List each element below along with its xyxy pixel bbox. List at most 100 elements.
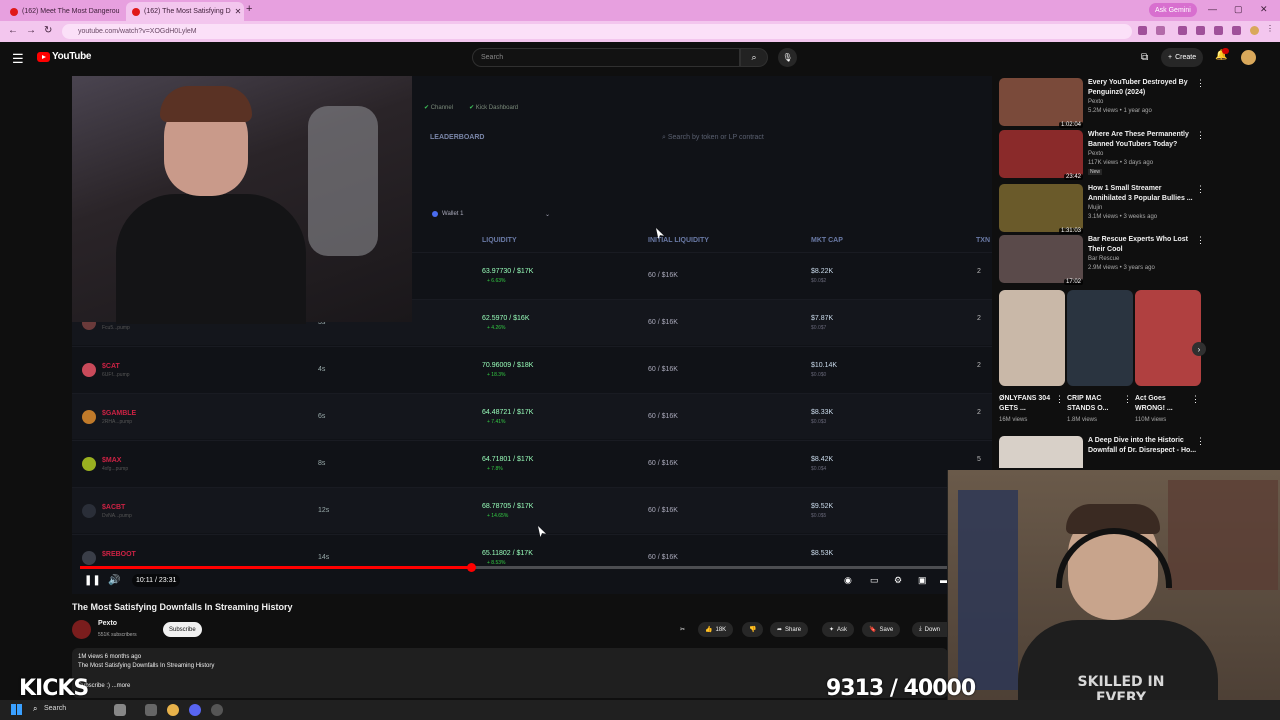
video-thumbnail[interactable]: [999, 130, 1083, 178]
progress-bar[interactable]: [80, 563, 984, 572]
recommended-video[interactable]: 1:31:03 How 1 Small Streamer Annihilated …: [999, 184, 1209, 234]
channel-name[interactable]: Pexto: [98, 620, 117, 627]
subscribe-button[interactable]: Subscribe: [163, 622, 202, 637]
more-options-icon[interactable]: ⋮: [1191, 394, 1200, 405]
initial-liquidity: 60 / $16K: [648, 507, 678, 514]
menu-icon[interactable]: ☰: [12, 51, 24, 67]
taskbar-search-label[interactable]: Search: [44, 705, 66, 712]
miniplayer-icon[interactable]: ▣: [918, 575, 927, 586]
browser-tab-active[interactable]: (162) The Most Satisfying D ✕: [126, 2, 244, 21]
short-video[interactable]: CRIP MAC STANDS O... 1.8M views ⋮: [1067, 290, 1133, 426]
close-window-icon[interactable]: ✕: [1260, 4, 1268, 15]
gaming-chair: [308, 106, 378, 256]
short-video[interactable]: ØNLYFANS 304 GETS ... 16M views ⋮: [999, 290, 1065, 426]
description-box[interactable]: [72, 648, 948, 698]
youtube-logo-icon[interactable]: [37, 52, 50, 62]
youtube-logo-text[interactable]: YouTube: [52, 51, 92, 62]
short-title[interactable]: ØNLYFANS 304 GETS ...: [999, 394, 1057, 414]
recommended-video-channel[interactable]: Pexto: [1088, 99, 1103, 105]
ask-gemini-button[interactable]: Ask Gemini: [1149, 3, 1197, 17]
short-thumbnail[interactable]: [999, 290, 1065, 386]
more-options-icon[interactable]: ⋮: [1196, 78, 1205, 89]
video-thumbnail[interactable]: [999, 436, 1083, 468]
more-options-icon[interactable]: ⋮: [1196, 436, 1205, 447]
cast-icon[interactable]: ⧉: [1141, 52, 1148, 63]
search-button[interactable]: ⌕: [740, 48, 768, 67]
more-options-icon[interactable]: ⋮: [1196, 235, 1205, 246]
more-options-icon[interactable]: ⋮: [1196, 184, 1205, 195]
minimize-icon[interactable]: —: [1208, 4, 1217, 14]
settings-gear-icon[interactable]: ⚙: [894, 575, 902, 586]
maximize-icon[interactable]: ▢: [1234, 4, 1243, 15]
recommended-video-title[interactable]: Bar Rescue Experts Who Lost Their Cool: [1088, 235, 1198, 255]
reload-icon[interactable]: ↻: [44, 25, 52, 36]
recommended-video-channel[interactable]: Bar Rescue: [1088, 256, 1119, 262]
task-view-icon[interactable]: [145, 704, 157, 716]
video-thumbnail[interactable]: [999, 78, 1083, 126]
search-input[interactable]: Search: [472, 48, 740, 67]
short-thumbnail[interactable]: [1135, 290, 1201, 386]
video-thumbnail[interactable]: [999, 184, 1083, 232]
forward-icon[interactable]: →: [26, 25, 36, 36]
volume-icon[interactable]: 🔊: [108, 575, 120, 586]
recommended-video[interactable]: A Deep Dive into the Historic Downfall o…: [999, 436, 1209, 468]
ask-button[interactable]: ✦ Ask: [822, 622, 855, 637]
autoplay-toggle[interactable]: ◉: [844, 575, 852, 586]
bookmark-icon[interactable]: [1156, 26, 1165, 35]
more-options-icon[interactable]: ⋮: [1196, 130, 1205, 141]
close-tab-icon[interactable]: ✕: [235, 7, 242, 16]
windows-start-icon[interactable]: [11, 704, 22, 715]
token-address: 6UFf...pump: [102, 372, 130, 378]
voice-search-icon[interactable]: 🎙: [778, 48, 797, 67]
shorts-next-arrow-icon[interactable]: ›: [1192, 342, 1206, 356]
recommended-video-title[interactable]: Every YouTuber Destroyed By Penguinz0 (2…: [1088, 78, 1198, 98]
profile-avatar-icon[interactable]: [1250, 26, 1259, 35]
save-button[interactable]: 🔖 Save: [862, 622, 901, 637]
pause-button[interactable]: ❚❚: [84, 575, 101, 586]
back-icon[interactable]: ←: [8, 25, 18, 36]
video-thumbnail[interactable]: [999, 235, 1083, 283]
recommended-video-title[interactable]: A Deep Dive into the Historic Downfall o…: [1088, 436, 1198, 456]
account-avatar[interactable]: [1241, 50, 1256, 65]
recommended-video-channel[interactable]: Pexto: [1088, 151, 1103, 157]
url-input[interactable]: youtube.com/watch?v=XOGdH0LyleM: [62, 24, 1132, 39]
new-tab-icon[interactable]: +: [246, 3, 252, 15]
extension-icon[interactable]: [1196, 26, 1205, 35]
share-button[interactable]: ➦ Share: [770, 622, 809, 637]
like-button[interactable]: 👍 18K: [698, 622, 734, 637]
search-icon[interactable]: ⌕: [33, 704, 37, 714]
recommended-video-title[interactable]: How 1 Small Streamer Annihilated 3 Popul…: [1088, 184, 1198, 204]
taskbar-widget-icon[interactable]: [114, 704, 126, 716]
recommended-video[interactable]: 23:42 Where Are These Permanently Banned …: [999, 130, 1209, 180]
more-options-icon[interactable]: ⋮: [1123, 394, 1132, 405]
recommended-video[interactable]: 17:02 Bar Rescue Experts Who Lost Their C…: [999, 235, 1209, 285]
extension-icon[interactable]: [1232, 26, 1241, 35]
short-title[interactable]: CRIP MAC STANDS O...: [1067, 394, 1125, 414]
browser-tab[interactable]: (162) Meet The Most Dangerou ✕: [4, 2, 124, 21]
token-address: 4xfg...pump: [102, 466, 129, 472]
obs-icon[interactable]: [211, 704, 223, 716]
download-button[interactable]: ⤓ Down: [912, 622, 948, 637]
recommended-video-channel[interactable]: Mujin: [1088, 205, 1102, 211]
dislike-button[interactable]: 👎: [742, 622, 764, 637]
short-thumbnail[interactable]: [1067, 290, 1133, 386]
short-title[interactable]: Act Goes WRONG! ...: [1135, 394, 1193, 414]
recommended-video-title[interactable]: Where Are These Permanently Banned YouTu…: [1088, 130, 1198, 150]
short-video[interactable]: Act Goes WRONG! ... 110M views ⋮: [1135, 290, 1201, 426]
recommended-video[interactable]: 1:02:04 Every YouTuber Destroyed By Pengu…: [999, 78, 1209, 128]
extension-icon[interactable]: [1138, 26, 1147, 35]
short-views: 1.8M views: [1067, 417, 1098, 423]
discord-icon[interactable]: [189, 704, 201, 716]
time-display: 10:11 / 23:31: [132, 574, 181, 587]
clip-icon[interactable]: ✂: [680, 622, 685, 637]
video-player[interactable]: Channel Kick Dashboard LEADERBOARD ⌕ Sea…: [72, 76, 992, 594]
captions-icon[interactable]: ▭: [870, 575, 879, 586]
more-options-icon[interactable]: ⋮: [1055, 394, 1064, 405]
channel-avatar[interactable]: [72, 620, 91, 639]
initial-liquidity: 60 / $16K: [648, 413, 678, 420]
browser-menu-icon[interactable]: ⋮: [1266, 24, 1275, 33]
extension-icon[interactable]: [1178, 26, 1187, 35]
extension-icon[interactable]: [1214, 26, 1223, 35]
create-button[interactable]: + Create: [1161, 48, 1204, 67]
chrome-icon[interactable]: [167, 704, 179, 716]
